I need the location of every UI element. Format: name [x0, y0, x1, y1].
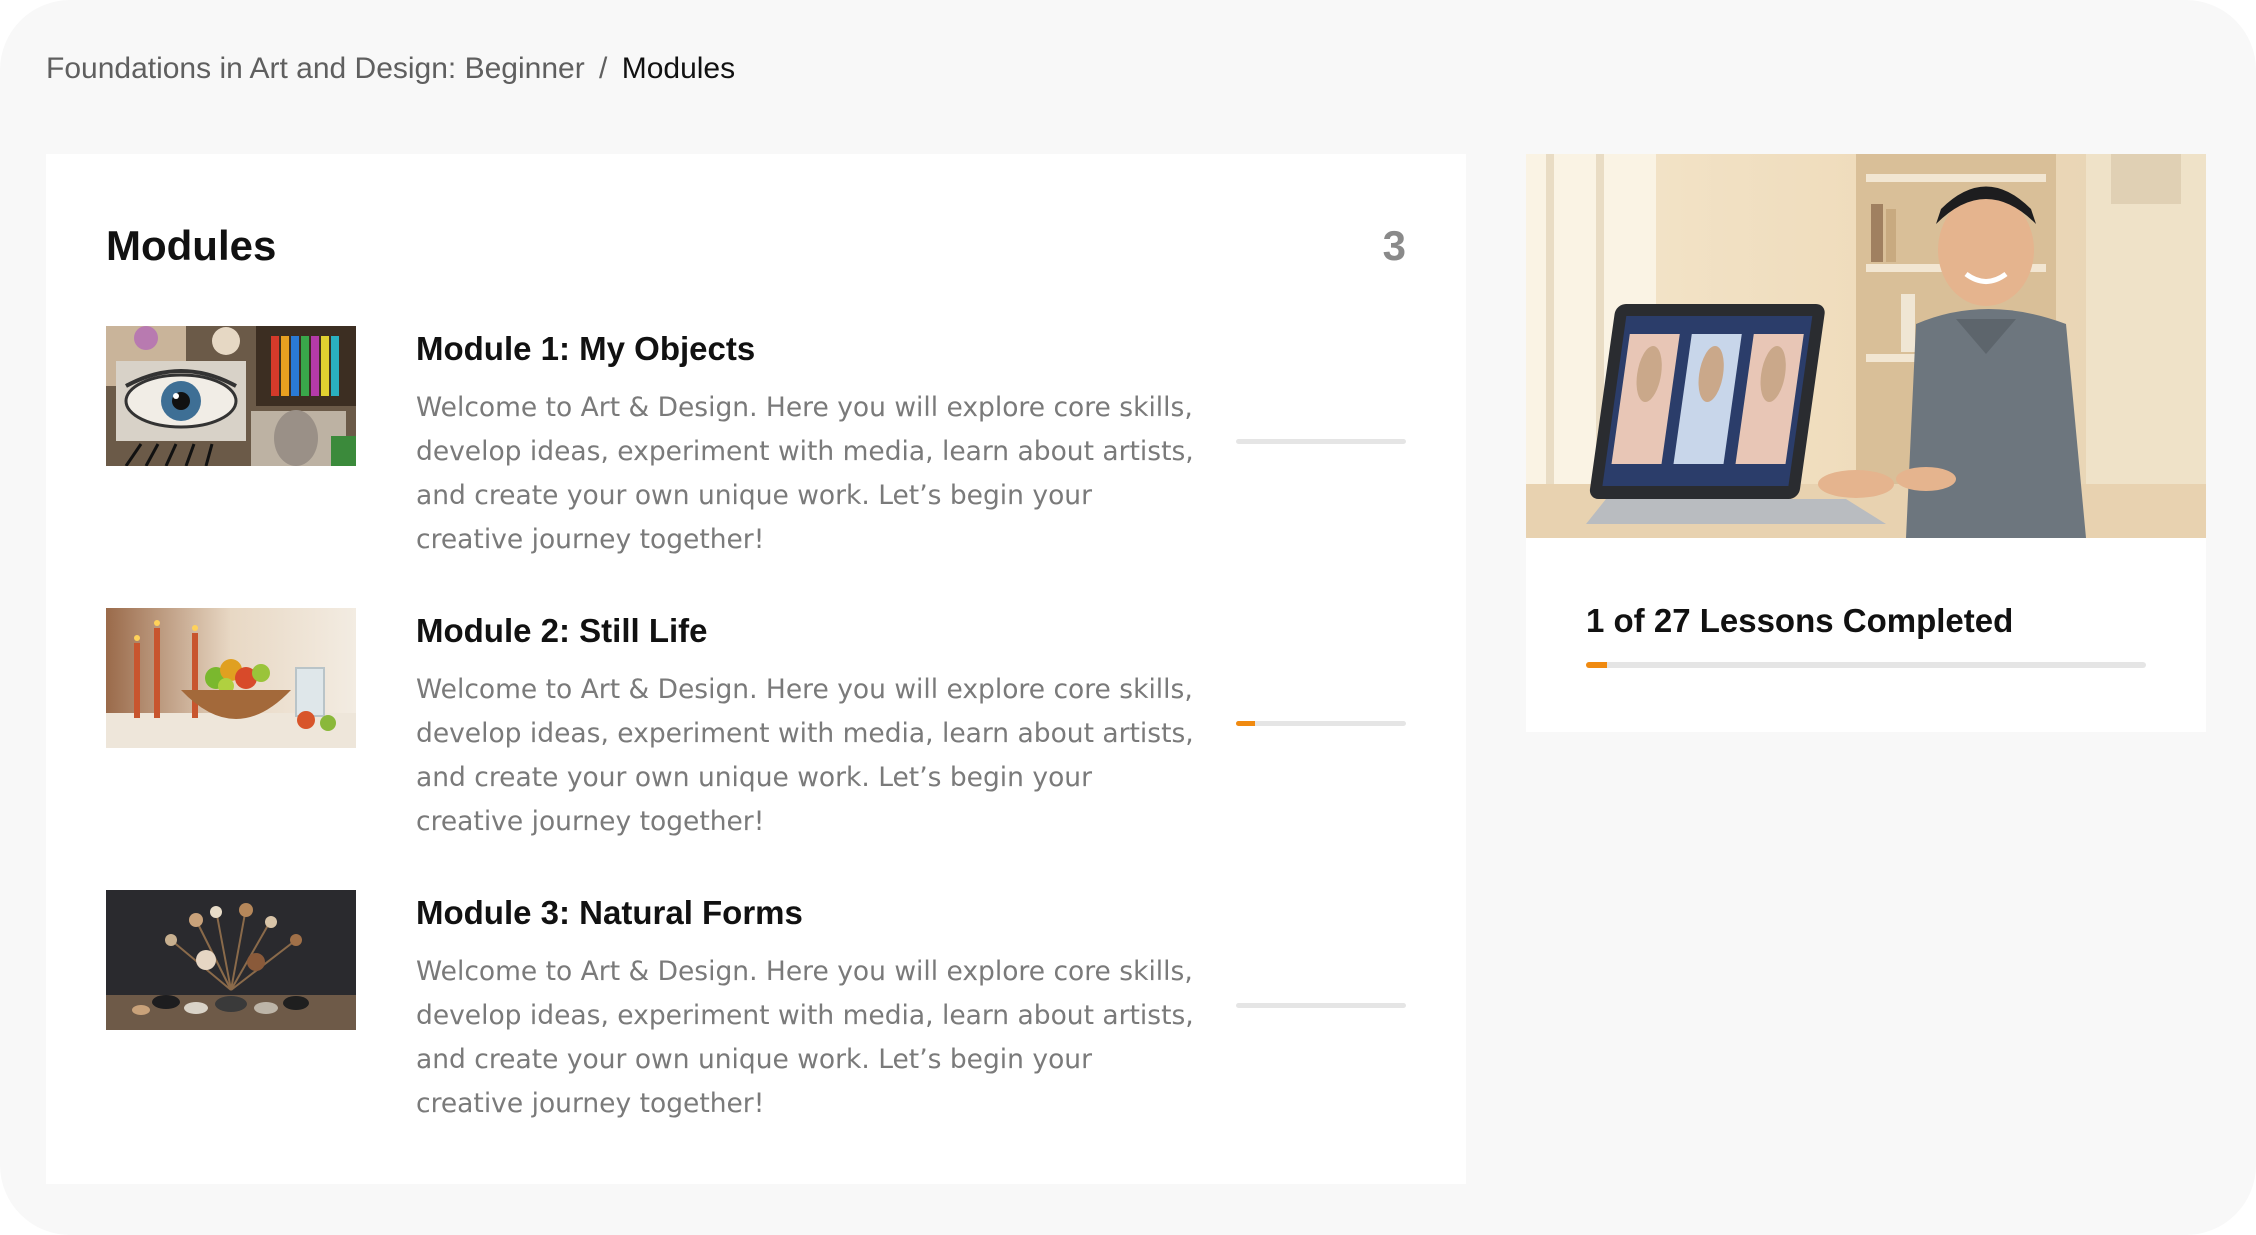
module-description: Welcome to Art & Design. Here you will e… — [416, 956, 1194, 1119]
course-summary-card: 1 of 27 Lessons Completed — [1526, 154, 2206, 732]
breadcrumb-separator: / — [599, 52, 608, 85]
breadcrumb-current: Modules — [621, 52, 736, 85]
module-progress-fill — [1236, 721, 1255, 726]
overall-progress-fill — [1586, 662, 1607, 668]
modules-panel: Modules 3 Module 1: My Objects Welcome t… — [46, 154, 1466, 1184]
page-frame: Foundations in Art and Design: Beginner … — [0, 0, 2256, 1235]
breadcrumb-course-link[interactable]: Foundations in Art and Design: Beginner — [46, 52, 585, 85]
module-item-1[interactable]: Module 1: My Objects Welcome to Art & De… — [106, 326, 1406, 566]
module-thumbnail[interactable] — [106, 890, 356, 1030]
module-item-3[interactable]: Module 3: Natural Forms Welcome to Art &… — [106, 890, 1406, 1130]
lessons-completed-text: 1 of 27 Lessons Completed — [1586, 602, 2014, 639]
module-description: Welcome to Art & Design. Here you will e… — [416, 392, 1194, 555]
module-title[interactable]: Module 3: Natural Forms — [416, 894, 803, 932]
module-item-2[interactable]: Module 2: Still Life Welcome to Art & De… — [106, 608, 1406, 848]
module-thumbnail[interactable] — [106, 608, 356, 748]
panel-title: Modules — [106, 222, 277, 269]
module-count: 3 — [1382, 222, 1406, 269]
module-progress-bar — [1236, 1003, 1406, 1008]
module-title[interactable]: Module 1: My Objects — [416, 330, 755, 368]
hero-image — [1526, 154, 2206, 538]
module-thumbnail[interactable] — [106, 326, 356, 466]
module-progress-bar — [1236, 721, 1406, 726]
module-title[interactable]: Module 2: Still Life — [416, 612, 708, 650]
module-description: Welcome to Art & Design. Here you will e… — [416, 674, 1194, 837]
overall-progress-bar — [1586, 662, 2146, 668]
breadcrumb: Foundations in Art and Design: Beginner … — [46, 52, 735, 86]
module-progress-bar — [1236, 439, 1406, 444]
